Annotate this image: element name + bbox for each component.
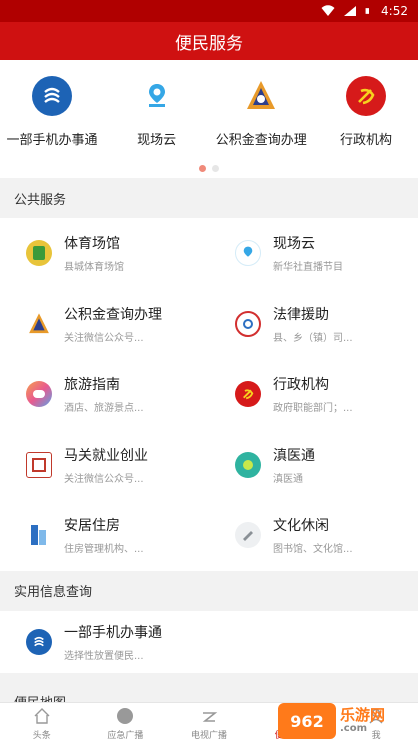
service-subtitle: 住房管理机构、...	[64, 544, 144, 556]
service-title: 滇医通	[273, 447, 315, 464]
xianchangyun-icon	[235, 240, 261, 267]
culture-icon	[235, 522, 261, 549]
info-subtitle: 选择性放置便民...	[64, 650, 144, 662]
service-item-travel[interactable]: 旅游指南酒店、旅游景点...	[0, 359, 209, 430]
service-item-employment[interactable]: 马关就业创业关注微信公众号...	[0, 430, 209, 501]
stadium-icon	[26, 240, 52, 267]
tab-emergency-broadcast[interactable]: 应急广播	[84, 703, 168, 744]
service-title: 现场云	[273, 236, 315, 253]
info-item-yibu[interactable]: 一部手机办事通选择性放置便民...	[0, 611, 418, 673]
service-title: 公积金查询办理	[64, 306, 162, 323]
watermark-domain: .com	[340, 722, 368, 734]
carousel-dot[interactable]	[199, 165, 206, 172]
watermark-site-name: 乐游网	[340, 705, 386, 724]
gongjijin-icon	[26, 310, 52, 337]
info-title: 一部手机办事通	[64, 624, 162, 641]
service-item-stadium[interactable]: 体育场馆县城体育场馆	[0, 218, 209, 289]
service-title: 马关就业创业	[64, 447, 148, 464]
service-title: 法律援助	[273, 306, 329, 323]
tab-label: 头条	[32, 730, 51, 741]
watermark-text: 乐游网 .com	[340, 705, 386, 734]
service-title: 文化休闲	[273, 518, 329, 535]
home-icon	[34, 707, 50, 724]
legal-aid-icon	[235, 310, 261, 337]
signal-icon	[344, 6, 357, 16]
section-title-info-query: 实用信息查询	[0, 570, 418, 611]
tv-icon	[202, 711, 218, 722]
service-subtitle: 关注微信公众号...	[64, 473, 144, 485]
site-watermark: 962 乐游网 .com	[278, 700, 414, 742]
housing-icon	[26, 522, 52, 549]
broadcast-icon	[117, 707, 134, 724]
carousel-item-label: 行政机构	[339, 133, 392, 148]
carousel-dot[interactable]	[212, 165, 219, 172]
public-services-grid: 体育场馆 县城体育场馆 现场云 新华社直播节目 公积金查询办理 关注微信公众号... …	[0, 218, 418, 571]
carousel-item-label: 公积金查询办理	[215, 133, 307, 148]
tab-headlines[interactable]: 头条	[0, 703, 84, 744]
page-title: 便民服务	[175, 33, 243, 54]
tab-label: 电视广播	[190, 730, 227, 741]
carousel-item-xingzheng[interactable]: 行政机构	[314, 76, 418, 148]
gongjijin-icon	[241, 76, 282, 116]
service-title: 安居住房	[64, 518, 120, 535]
party-emblem-icon	[345, 76, 386, 116]
service-title: 旅游指南	[64, 377, 120, 394]
service-item-housing[interactable]: 安居住房住房管理机构、...	[0, 500, 209, 571]
tab-label: 应急广播	[107, 730, 144, 741]
service-item-gongjijin[interactable]: 公积金查询办理关注微信公众号...	[0, 289, 209, 360]
dianyitong-icon	[235, 451, 261, 478]
wifi-icon	[321, 5, 335, 16]
employment-icon	[26, 451, 52, 478]
xianchangyun-icon	[136, 76, 177, 116]
carousel-item-yibu[interactable]: 一部手机办事通	[0, 76, 104, 148]
service-subtitle: 政府职能部门；...	[273, 403, 353, 415]
service-subtitle: 图书馆、文化馆...	[273, 544, 353, 556]
section-title-public-services: 公共服务	[0, 178, 418, 218]
carousel-pagination	[0, 165, 418, 172]
travel-icon	[26, 381, 52, 408]
yibu-app-icon	[32, 76, 72, 116]
service-item-legal-aid[interactable]: 法律援助县、乡（镇）司...	[209, 289, 418, 360]
service-subtitle: 县城体育场馆	[64, 262, 124, 274]
service-subtitle: 县、乡（镇）司...	[273, 332, 353, 344]
service-item-xianchangyun[interactable]: 现场云新华社直播节目	[209, 218, 418, 289]
carousel-item-xianchangyun[interactable]: 现场云	[105, 76, 209, 148]
service-subtitle: 关注微信公众号...	[64, 332, 144, 344]
info-query-list: 一部手机办事通选择性放置便民...	[0, 610, 418, 673]
app-header: 便民服务	[0, 22, 418, 60]
carousel-item-gongjijin[interactable]: 公积金查询办理	[209, 76, 313, 148]
status-time: 4:52	[381, 4, 408, 18]
tab-tv-broadcast[interactable]: 电视广播	[167, 703, 251, 744]
service-title: 行政机构	[273, 377, 329, 394]
battery-icon	[365, 8, 370, 14]
yibu-app-icon	[26, 628, 52, 655]
service-subtitle: 酒店、旅游景点...	[64, 403, 144, 415]
service-item-dianyitong[interactable]: 滇医通 滇医通	[209, 430, 418, 501]
service-item-culture[interactable]: 文化休闲图书馆、文化馆...	[209, 500, 418, 571]
party-emblem-icon	[235, 381, 261, 408]
service-subtitle: 新华社直播节目	[273, 262, 343, 274]
featured-carousel[interactable]: 一部手机办事通 现场云 公积金查询办理 行政机构	[0, 60, 418, 178]
service-item-xingzheng[interactable]: 行政机构政府职能部门；...	[209, 359, 418, 430]
carousel-item-label: 现场云	[137, 133, 177, 148]
status-bar: 4:52	[0, 0, 418, 22]
carousel-item-label: 一部手机办事通	[6, 133, 98, 148]
service-subtitle: 滇医通	[273, 473, 303, 485]
watermark-logo: 962	[278, 703, 336, 739]
service-title: 体育场馆	[64, 236, 120, 253]
